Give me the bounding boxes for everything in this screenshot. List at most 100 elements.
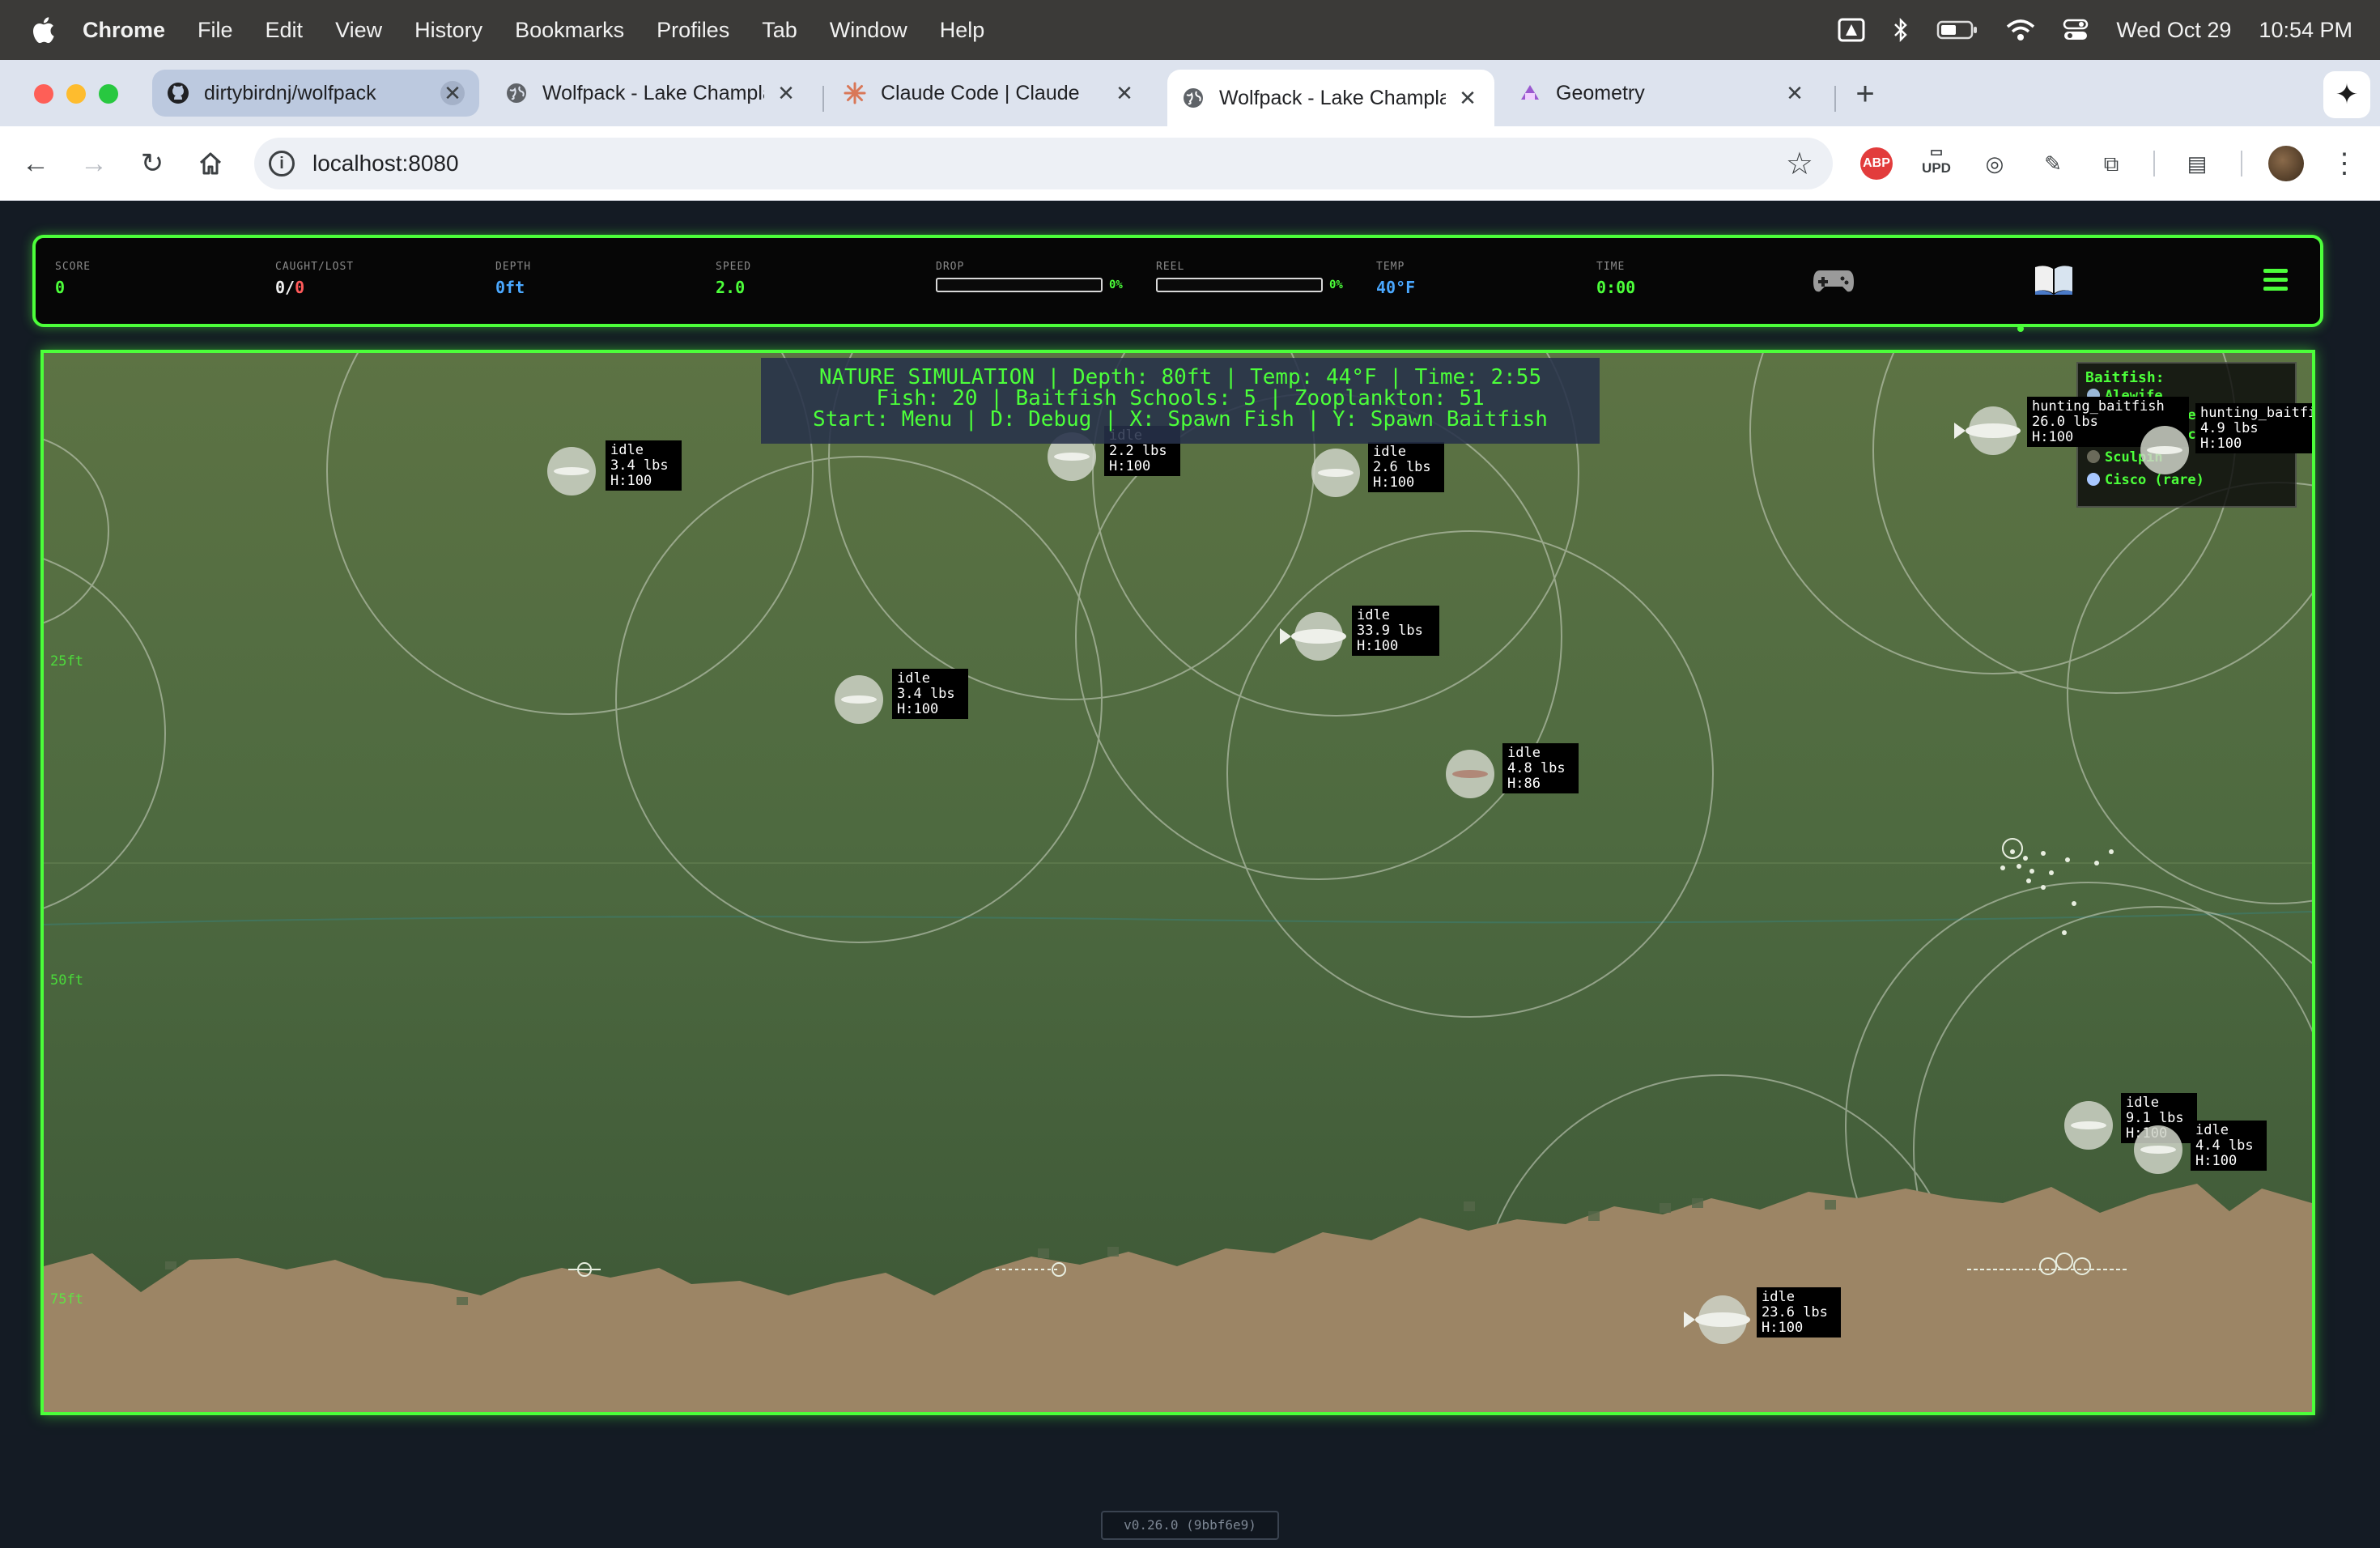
reel-progress-bar (1156, 278, 1323, 292)
extension-circle-icon[interactable]: ◎ (1975, 144, 2014, 183)
extensions-puzzle-icon[interactable]: ⧉ (2092, 144, 2131, 183)
reel-percent: 0% (1329, 279, 1343, 291)
menu-bookmarks[interactable]: Bookmarks (515, 18, 624, 43)
zooplankton (2000, 865, 2005, 870)
legend-swatch (2087, 473, 2100, 486)
tab-close-icon[interactable]: ✕ (774, 81, 798, 105)
menu-extras: Wed Oct 29 10:54 PM (1838, 0, 2352, 60)
hud-time: TIME 0:00 (1596, 261, 1635, 297)
tab-claude-code[interactable]: Claude Code | Claude ✕ (829, 70, 1151, 117)
hud-reel-label: REEL (1156, 261, 1185, 273)
tab-close-icon[interactable]: ✕ (440, 81, 465, 105)
github-icon (168, 83, 189, 104)
hud-caught-lost: CAUGHT/LOST 0/0 (275, 261, 354, 297)
home-icon[interactable] (191, 144, 230, 183)
version-badge: v0.26.0 (9bbf6e9) (1101, 1511, 1279, 1540)
address-bar[interactable]: i localhost:8080 ☆ (254, 138, 1833, 189)
control-center-icon[interactable] (2063, 18, 2089, 42)
fish-label-state: idle (2126, 1095, 2159, 1111)
adblock-plus-icon[interactable]: ABP (1860, 147, 1893, 180)
hud-caught-lost-value: 0/0 (275, 278, 354, 297)
upd-label: UPD (1922, 160, 1951, 176)
fish-body (1695, 1312, 1750, 1327)
menu-history[interactable]: History (414, 18, 482, 43)
back-button[interactable]: ← (16, 144, 55, 183)
bookmark-star-icon[interactable]: ☆ (1786, 146, 1813, 182)
zooplankton (2062, 930, 2067, 935)
menu-file[interactable]: File (198, 18, 233, 43)
fish-label-state: hunting_baitfish (2032, 398, 2165, 415)
globe-icon (1184, 88, 1203, 108)
chrome-tab-strip: dirtybirdnj/wolfpack ✕ Wolfpack - Lake C… (0, 60, 2380, 126)
fish-label-weight: 33.9 lbs (1357, 623, 1423, 639)
screen: Chrome File Edit View History Bookmarks … (0, 0, 2380, 1548)
game-canvas[interactable]: 25ft50ft75ft idle3.4 lbsH:100idle2.2 lbs… (40, 350, 2315, 1415)
hud-score-label: SCORE (55, 261, 91, 273)
book-icon[interactable] (2032, 257, 2076, 301)
menu-help[interactable]: Help (940, 18, 985, 43)
hud-temp: TEMP 40°F (1376, 261, 1415, 297)
menu-hamburger-icon[interactable] (2263, 269, 2288, 291)
fish-label-health: H:100 (897, 701, 938, 717)
tab-close-icon[interactable]: ✕ (1783, 81, 1807, 105)
bottom-debris (1107, 1247, 1119, 1257)
url-text[interactable]: localhost:8080 (312, 151, 459, 176)
forward-button[interactable]: → (74, 144, 113, 183)
site-info-icon[interactable]: i (269, 151, 295, 176)
profile-avatar[interactable] (2268, 146, 2304, 181)
fish-label-weight: 3.4 lbs (897, 686, 955, 702)
bottom-debris (1038, 1248, 1049, 1258)
window-close-button[interactable] (34, 84, 53, 104)
menu-edit[interactable]: Edit (266, 18, 304, 43)
reload-button[interactable]: ↻ (133, 144, 172, 183)
eyedropper-icon[interactable]: ✎ (2034, 144, 2072, 183)
menu-tab[interactable]: Tab (762, 18, 797, 43)
window-minimize-button[interactable] (66, 84, 86, 104)
apple-icon[interactable] (31, 16, 55, 44)
new-tab-button[interactable]: + (1849, 78, 1881, 112)
fish-body (2147, 446, 2182, 454)
tab-wolfpack-active[interactable]: Wolfpack - Lake Champlain ✕ (1167, 70, 1494, 126)
hud-reel: REEL 0% (1156, 261, 1343, 292)
window-zoom-button[interactable] (99, 84, 118, 104)
tab-close-icon[interactable]: ✕ (1456, 86, 1480, 110)
menu-app-chrome[interactable]: Chrome (83, 18, 165, 43)
hud-temp-value: 40°F (1376, 278, 1416, 297)
fish-body (2071, 1121, 2106, 1129)
menubar-time[interactable]: 10:54 PM (2259, 18, 2352, 43)
fish-label-state: idle (1762, 1289, 1795, 1305)
fish-label-weight: 4.4 lbs (2195, 1138, 2254, 1154)
fish-label-state: idle (1373, 444, 1406, 460)
menu-view[interactable]: View (335, 18, 382, 43)
drive-icon[interactable] (1838, 18, 1865, 42)
tab-github-wolfpack[interactable]: dirtybirdnj/wolfpack ✕ (152, 70, 479, 117)
bluetooth-icon[interactable] (1893, 17, 1909, 43)
fish-label-weight: 26.0 lbs (2032, 414, 2098, 430)
gamepad-icon[interactable] (1812, 257, 1855, 301)
fish-entity: idle4.4 lbsH:100 (2134, 1121, 2267, 1174)
fish-label-health: H:100 (2032, 429, 2073, 445)
zooplankton (2041, 851, 2046, 856)
wifi-icon[interactable] (2006, 19, 2035, 41)
gemini-button[interactable]: ✦ (2323, 71, 2370, 118)
fish-label-state: idle (897, 670, 930, 687)
chrome-menu-icon[interactable]: ⋮ (2325, 144, 2364, 183)
fish-body (1318, 469, 1354, 477)
fish-label-state: idle (1507, 745, 1541, 761)
depth-marker-label: 75ft (50, 1291, 83, 1308)
fish-label-health: H:100 (610, 473, 652, 489)
fish-label-state: idle (610, 442, 644, 458)
caught-lost-text: 0/0 (275, 278, 305, 297)
tab-close-icon[interactable]: ✕ (1112, 81, 1137, 105)
tab-search-icon[interactable]: ▤ (2178, 144, 2216, 183)
battery-icon[interactable] (1936, 19, 1978, 40)
menu-profiles[interactable]: Profiles (657, 18, 729, 43)
tab-wolfpack-1[interactable]: Wolfpack - Lake Champlain ✕ (491, 70, 813, 117)
menubar-date[interactable]: Wed Oct 29 (2116, 18, 2231, 43)
menu-window[interactable]: Window (830, 18, 907, 43)
update-extension-icon[interactable]: ▭ UPD (1917, 144, 1956, 183)
hud-score: SCORE 0 (55, 261, 91, 297)
tab-title: dirtybirdnj/wolfpack (204, 81, 376, 104)
tab-geometry[interactable]: Geometry ✕ (1504, 70, 1821, 117)
fish-body (2140, 1146, 2176, 1154)
